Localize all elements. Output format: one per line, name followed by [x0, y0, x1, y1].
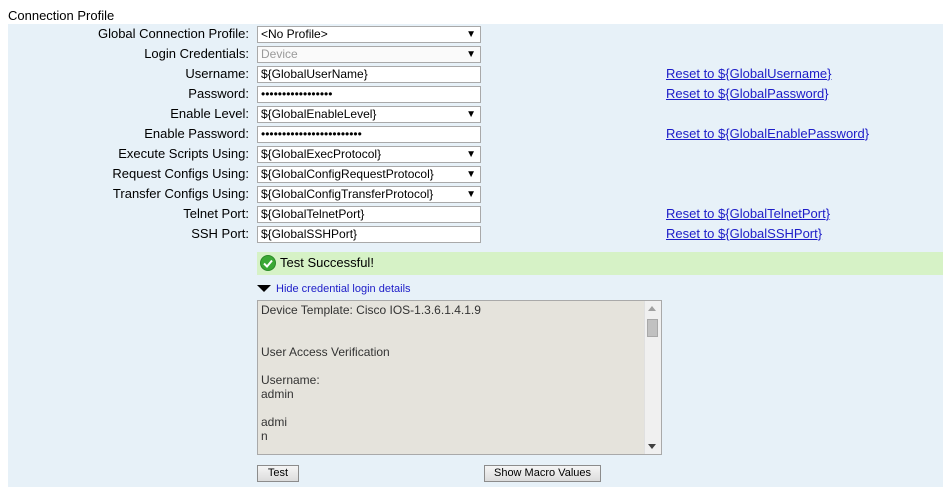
login-credentials-select[interactable]: Device ▼	[257, 46, 481, 63]
ssh-port-input[interactable]: ${GlobalSSHPort}	[257, 226, 481, 243]
request-configs-select[interactable]: ${GlobalConfigRequestProtocol} ▼	[257, 166, 481, 183]
reset-username-link[interactable]: Reset to ${GlobalUsername}	[666, 66, 831, 82]
field-row-enable-level: Enable Level: ${GlobalEnableLevel} ▼	[8, 104, 943, 124]
field-row-ssh-port: SSH Port: ${GlobalSSHPort} Reset to ${Gl…	[8, 224, 943, 244]
field-label: Password:	[188, 86, 249, 101]
dropdown-arrow-icon: ▼	[466, 109, 476, 120]
field-row-global-connection-profile: Global Connection Profile: <No Profile> …	[8, 24, 943, 44]
select-value: ${GlobalConfigTransferProtocol}	[261, 187, 434, 201]
test-status-text: Test Successful!	[280, 255, 374, 270]
field-label: Username:	[185, 66, 249, 81]
field-label: Execute Scripts Using:	[118, 146, 249, 161]
enable-password-input[interactable]: ••••••••••••••••••••••••	[257, 126, 481, 143]
dropdown-arrow-icon: ▼	[466, 149, 476, 160]
triangle-down-icon	[257, 285, 271, 292]
field-row-execute-scripts: Execute Scripts Using: ${GlobalExecProto…	[8, 144, 943, 164]
username-input[interactable]: ${GlobalUserName}	[257, 66, 481, 83]
field-label: Login Credentials:	[144, 46, 249, 61]
select-value: ${GlobalConfigRequestProtocol}	[261, 167, 434, 181]
field-label: Enable Level:	[170, 106, 249, 121]
test-button[interactable]: Test	[257, 465, 299, 482]
password-input[interactable]: •••••••••••••••••	[257, 86, 481, 103]
dropdown-arrow-icon: ▼	[466, 169, 476, 180]
scroll-thumb[interactable]	[647, 319, 658, 337]
reset-ssh-port-link[interactable]: Reset to ${GlobalSSHPort}	[666, 226, 822, 242]
field-row-login-credentials: Login Credentials: Device ▼	[8, 44, 943, 64]
scroll-up-icon[interactable]	[648, 306, 656, 311]
toggle-label: Hide credential login details	[276, 283, 411, 295]
global-connection-profile-select[interactable]: <No Profile> ▼	[257, 26, 481, 43]
credential-log-textarea[interactable]: Device Template: Cisco IOS-1.3.6.1.4.1.9…	[257, 300, 662, 455]
select-value: ${GlobalEnableLevel}	[261, 107, 377, 121]
scroll-down-icon[interactable]	[648, 444, 656, 449]
select-value: <No Profile>	[261, 27, 328, 41]
select-value: ${GlobalExecProtocol}	[261, 147, 382, 161]
dropdown-arrow-icon: ▼	[466, 49, 476, 60]
test-status-bar: Test Successful!	[257, 252, 943, 275]
field-label: Transfer Configs Using:	[112, 186, 249, 201]
field-label: Enable Password:	[144, 126, 249, 141]
reset-telnet-port-link[interactable]: Reset to ${GlobalTelnetPort}	[666, 206, 830, 222]
reset-enable-password-link[interactable]: Reset to ${GlobalEnablePassword}	[666, 126, 869, 142]
section-title: Connection Profile	[8, 8, 115, 23]
select-value: Device	[261, 47, 298, 61]
check-circle-icon	[260, 255, 276, 271]
log-scrollbar[interactable]	[644, 301, 661, 454]
connection-profile-panel: Global Connection Profile: <No Profile> …	[8, 24, 943, 487]
field-row-enable-password: Enable Password: •••••••••••••••••••••••…	[8, 124, 943, 144]
enable-level-select[interactable]: ${GlobalEnableLevel} ▼	[257, 106, 481, 123]
telnet-port-input[interactable]: ${GlobalTelnetPort}	[257, 206, 481, 223]
execute-scripts-select[interactable]: ${GlobalExecProtocol} ▼	[257, 146, 481, 163]
field-row-username: Username: ${GlobalUserName} Reset to ${G…	[8, 64, 943, 84]
field-label: Request Configs Using:	[112, 166, 249, 181]
field-row-request-configs: Request Configs Using: ${GlobalConfigReq…	[8, 164, 943, 184]
field-row-telnet-port: Telnet Port: ${GlobalTelnetPort} Reset t…	[8, 204, 943, 224]
reset-password-link[interactable]: Reset to ${GlobalPassword}	[666, 86, 829, 102]
field-row-transfer-configs: Transfer Configs Using: ${GlobalConfigTr…	[8, 184, 943, 204]
dropdown-arrow-icon: ▼	[466, 189, 476, 200]
field-label: Telnet Port:	[183, 206, 249, 221]
field-row-password: Password: ••••••••••••••••• Reset to ${G…	[8, 84, 943, 104]
dropdown-arrow-icon: ▼	[466, 29, 476, 40]
field-label: Global Connection Profile:	[97, 26, 249, 41]
show-macro-values-button[interactable]: Show Macro Values	[484, 465, 601, 482]
field-label: SSH Port:	[191, 226, 249, 241]
log-text: Device Template: Cisco IOS-1.3.6.1.4.1.9…	[261, 303, 481, 443]
transfer-configs-select[interactable]: ${GlobalConfigTransferProtocol} ▼	[257, 186, 481, 203]
